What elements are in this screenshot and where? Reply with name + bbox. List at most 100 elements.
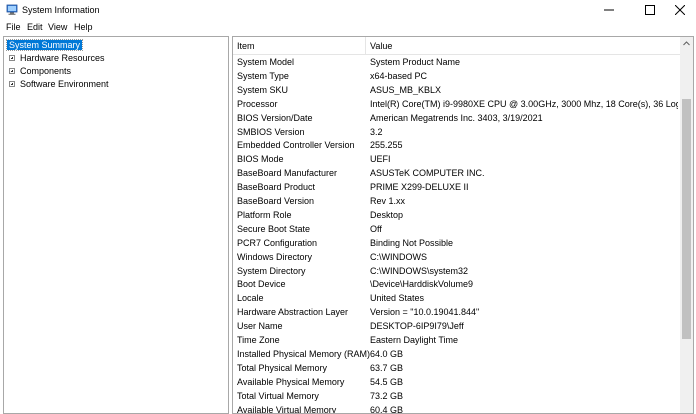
row-item-name: SMBIOS Version: [237, 126, 305, 137]
maximize-icon: [645, 5, 655, 15]
row-item-value: 60.4 GB: [370, 404, 404, 414]
row-item-name: System SKU: [237, 84, 289, 95]
table-row[interactable]: System Directory C:\WINDOWS\system32: [233, 264, 680, 278]
table-row[interactable]: Locale United States: [233, 291, 680, 305]
tree-item-hardware-resources[interactable]: Hardware Resources: [4, 52, 224, 65]
table-row[interactable]: Processor Intel(R) Core(TM) i9-9980XE CPU…: [233, 97, 680, 111]
column-header-item[interactable]: Item: [237, 41, 255, 51]
row-item-name: Total Virtual Memory: [237, 390, 319, 401]
table-row[interactable]: Platform Role Desktop: [233, 208, 680, 222]
row-item-value: \Device\HarddiskVolume9: [370, 279, 474, 290]
minimize-icon: [604, 9, 614, 11]
table-row[interactable]: SMBIOS Version 3.2: [233, 125, 680, 139]
expand-plus-icon[interactable]: [9, 55, 15, 61]
tree-item-label: Hardware Resources: [20, 53, 105, 63]
table-row[interactable]: System Type x64-based PC: [233, 69, 680, 83]
category-tree[interactable]: System Summary Hardware Resources Compon…: [3, 36, 229, 414]
table-row[interactable]: Boot Device \Device\HarddiskVolume9: [233, 277, 680, 291]
row-item-name: User Name: [237, 321, 283, 332]
row-item-value: 54.5 GB: [370, 376, 404, 387]
table-row[interactable]: User Name DESKTOP-6IP9I79\Jeff: [233, 319, 680, 333]
row-item-name: Available Virtual Memory: [237, 404, 337, 414]
table-row[interactable]: Hardware Abstraction Layer Version = "10.…: [233, 305, 680, 319]
table-row[interactable]: BIOS Mode UEFI: [233, 152, 680, 166]
row-item-value: PRIME X299-DELUXE II: [370, 182, 469, 193]
column-divider[interactable]: [365, 37, 366, 54]
row-item-name: Hardware Abstraction Layer: [237, 307, 349, 318]
menu-file[interactable]: File: [6, 22, 21, 32]
expand-plus-icon[interactable]: [9, 81, 15, 87]
scroll-up-arrow-icon[interactable]: [680, 37, 693, 50]
table-row[interactable]: PCR7 Configuration Binding Not Possible: [233, 236, 680, 250]
row-item-value: 255.255: [370, 140, 403, 151]
row-item-name: Time Zone: [237, 335, 280, 345]
row-item-name: System Model: [237, 57, 295, 67]
row-item-name: BIOS Mode: [237, 154, 284, 165]
row-item-value: x64-based PC: [370, 70, 428, 81]
system-information-app-icon: [6, 4, 18, 15]
title-bar[interactable]: System Information: [0, 0, 696, 20]
column-header-value[interactable]: Value: [370, 41, 392, 51]
row-item-name: Secure Boot State: [237, 223, 311, 234]
row-item-value: Eastern Daylight Time: [370, 335, 459, 345]
tree-item-components[interactable]: Components: [4, 65, 224, 78]
table-row[interactable]: Total Virtual Memory 73.2 GB: [233, 389, 680, 403]
row-item-name: Processor: [237, 98, 278, 109]
row-item-value: ASUSTeK COMPUTER INC.: [370, 168, 485, 179]
row-item-name: Windows Directory: [237, 251, 313, 262]
details-list[interactable]: Item Value System Model System Product Na…: [232, 36, 694, 414]
row-item-name: BaseBoard Version: [237, 196, 315, 206]
row-item-name: Embedded Controller Version: [237, 140, 355, 151]
list-header: Item Value: [233, 37, 680, 55]
row-item-value: ASUS_MB_KBLX: [370, 84, 442, 95]
row-item-value: Desktop: [370, 209, 404, 220]
scrollbar-thumb[interactable]: [682, 99, 691, 339]
tree-item-software-environment[interactable]: Software Environment: [4, 78, 224, 91]
row-item-value: System Product Name: [370, 57, 461, 67]
close-icon: [675, 5, 685, 15]
expand-plus-icon[interactable]: [9, 68, 15, 74]
menu-view[interactable]: View: [48, 22, 67, 32]
row-item-value: C:\WINDOWS\system32: [370, 265, 469, 276]
minimize-button[interactable]: [592, 0, 626, 20]
table-row[interactable]: BaseBoard Product PRIME X299-DELUXE II: [233, 180, 680, 194]
row-item-value: American Megatrends Inc. 3403, 3/19/2021: [370, 112, 543, 123]
menu-bar: File Edit View Help: [0, 20, 696, 35]
row-item-value: Rev 1.xx: [370, 196, 406, 206]
table-row[interactable]: Secure Boot State Off: [233, 222, 680, 236]
row-item-name: Available Physical Memory: [237, 376, 345, 387]
table-row[interactable]: BaseBoard Version Rev 1.xx: [233, 194, 680, 208]
row-item-value: Intel(R) Core(TM) i9-9980XE CPU @ 3.00GH…: [370, 98, 678, 109]
maximize-button[interactable]: [633, 0, 667, 20]
row-item-value: C:\WINDOWS: [370, 251, 427, 262]
tree-item-system-summary[interactable]: System Summary: [4, 39, 224, 52]
menu-help[interactable]: Help: [74, 22, 93, 32]
table-row[interactable]: Installed Physical Memory (RAM) 64.0 GB: [233, 347, 680, 361]
table-row[interactable]: BaseBoard Manufacturer ASUSTeK COMPUTER I…: [233, 166, 680, 180]
row-item-value: Version = "10.0.19041.844": [370, 307, 480, 318]
table-row[interactable]: BIOS Version/Date American Megatrends Inc…: [233, 111, 680, 125]
row-item-value: 63.7 GB: [370, 362, 404, 373]
table-row[interactable]: Available Virtual Memory 60.4 GB: [233, 403, 680, 414]
vertical-scrollbar[interactable]: [680, 37, 693, 413]
row-item-value: 64.0 GB: [370, 348, 404, 359]
table-row[interactable]: System Model System Product Name: [233, 55, 680, 69]
row-item-value: 73.2 GB: [370, 390, 404, 401]
tree-item-label: Components: [20, 66, 72, 76]
table-row[interactable]: Time Zone Eastern Daylight Time: [233, 333, 680, 347]
row-item-value: UEFI: [370, 154, 391, 165]
table-row[interactable]: Embedded Controller Version 255.255: [233, 138, 680, 152]
menu-edit[interactable]: Edit: [27, 22, 43, 32]
row-item-name: System Type: [237, 70, 289, 81]
row-item-value: Binding Not Possible: [370, 237, 454, 248]
row-item-name: Platform Role: [237, 209, 292, 220]
table-row[interactable]: Windows Directory C:\WINDOWS: [233, 250, 680, 264]
close-button[interactable]: [663, 0, 696, 20]
row-item-name: BaseBoard Product: [237, 182, 316, 193]
row-item-name: System Directory: [237, 265, 306, 276]
table-row[interactable]: Total Physical Memory 63.7 GB: [233, 361, 680, 375]
row-item-value: DESKTOP-6IP9I79\Jeff: [370, 321, 464, 332]
row-item-name: Installed Physical Memory (RAM): [237, 348, 371, 359]
table-row[interactable]: Available Physical Memory 54.5 GB: [233, 375, 680, 389]
table-row[interactable]: System SKU ASUS_MB_KBLX: [233, 83, 680, 97]
